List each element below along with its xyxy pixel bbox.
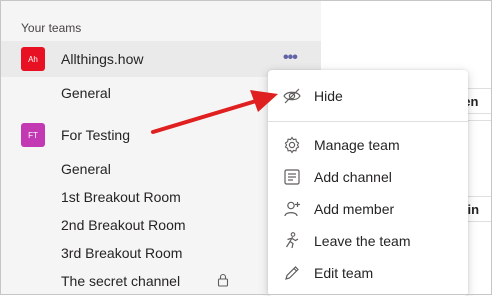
menu-item-manage-team[interactable]: Manage team [268, 130, 468, 160]
channel-item[interactable]: General [61, 161, 111, 177]
channel-icon [284, 169, 300, 185]
channel-item[interactable]: 3rd Breakout Room [61, 245, 182, 261]
menu-item-label: Edit team [314, 265, 374, 281]
menu-item-label: Manage team [314, 137, 400, 153]
channel-item[interactable]: The secret channel [61, 273, 180, 289]
leave-icon [285, 232, 299, 249]
lock-icon [217, 273, 229, 287]
channel-item[interactable]: 1st Breakout Room [61, 189, 181, 205]
pencil-icon [285, 266, 299, 280]
channel-item[interactable]: General [61, 85, 111, 101]
team-name: Allthings.how [61, 51, 144, 67]
team-avatar: Ah [21, 47, 45, 71]
gear-icon [284, 136, 300, 154]
team-context-menu: Hide Manage team Add channel Add member [268, 70, 468, 296]
section-title: Your teams [21, 21, 82, 35]
menu-item-edit-team[interactable]: Edit team [268, 258, 468, 288]
more-options-button[interactable]: ••• [283, 49, 298, 67]
team-name: For Testing [61, 127, 130, 143]
menu-item-label: Add channel [314, 169, 392, 185]
menu-item-leave-team[interactable]: Leave the team [268, 226, 468, 256]
menu-item-add-member[interactable]: Add member [268, 194, 468, 224]
menu-item-label: Add member [314, 201, 395, 217]
team-avatar: FT [21, 123, 45, 147]
hide-icon [283, 88, 301, 104]
add-person-icon [284, 201, 300, 217]
channel-item[interactable]: 2nd Breakout Room [61, 217, 186, 233]
menu-separator [268, 121, 468, 122]
menu-item-label: Leave the team [314, 233, 411, 249]
menu-item-hide[interactable]: Hide [268, 81, 468, 111]
menu-item-label: Hide [314, 88, 343, 104]
menu-item-add-channel[interactable]: Add channel [268, 162, 468, 192]
